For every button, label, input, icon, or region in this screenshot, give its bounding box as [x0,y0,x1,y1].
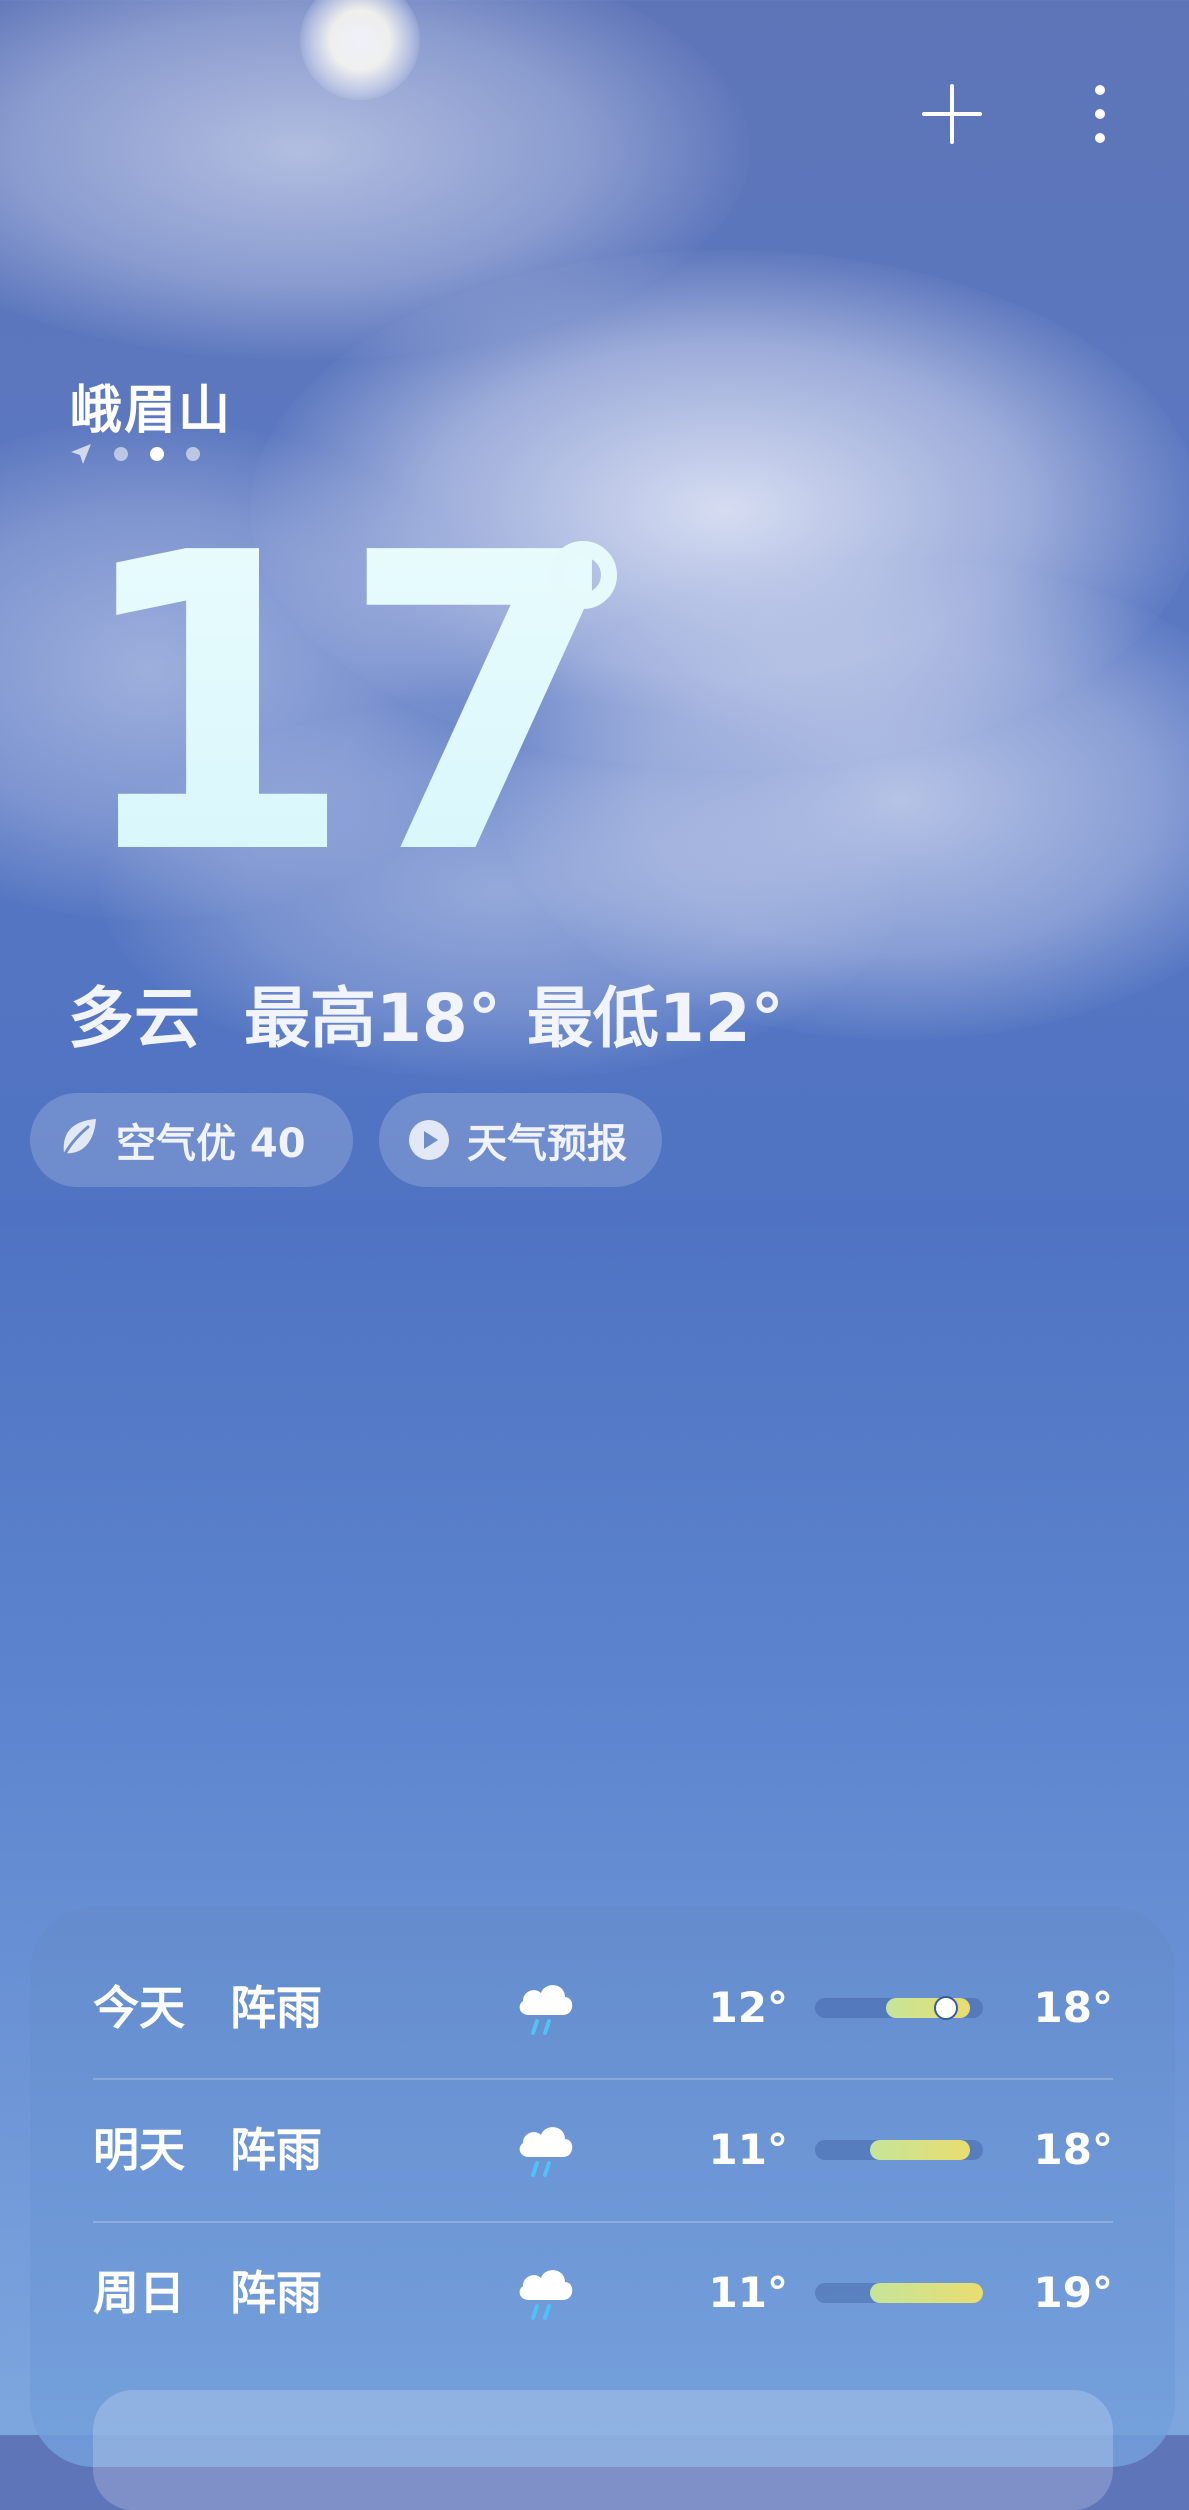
low-temp-text: 最低12° [526,980,784,1057]
forecast-low: 12° [708,1983,788,2032]
temperature-range-fill [870,2140,970,2160]
forecast-day: 周日 [93,2266,185,2320]
leaf-icon [59,1119,96,1163]
forecast-row-sunday[interactable]: 周日 阵雨 11° 19° [93,2222,1113,2364]
page-indicator [70,443,200,465]
forecast-high: 18° [1033,1983,1113,2032]
temperature-range-bar [815,2283,983,2303]
plus-icon [922,84,982,144]
forecast-row-tomorrow[interactable]: 明天 阵雨 11° 18° [93,2079,1113,2221]
next-card-preview[interactable] [93,2390,1113,2510]
play-circle-icon [409,1120,449,1160]
forecast-high: 19° [1033,2268,1113,2317]
air-quality-chip[interactable]: 空气优 40 [30,1093,353,1187]
condition-text: 多云 [68,980,200,1057]
forecast-low: 11° [708,2125,788,2174]
forecast-condition: 阵雨 [230,2123,322,2177]
temperature-range-bar [815,1996,983,2020]
add-city-button[interactable] [920,82,984,146]
high-temp-text: 最高18° [244,980,501,1057]
location-arrow-icon [71,444,91,464]
current-temp-marker [934,1996,959,2020]
cloud-rain-icon [519,1985,573,2035]
forecast-condition: 阵雨 [230,2266,322,2320]
temperature-range-bar [815,2140,983,2160]
condition-summary: 多云 最高18° 最低12° [68,965,828,1061]
forecast-row-today[interactable]: 今天 阵雨 12° 18° [93,1937,1113,2079]
forecast-high: 18° [1033,2125,1113,2174]
page-dot [186,447,200,461]
temperature-range-fill [870,2283,983,2303]
forecast-label: 天气预报 [467,1121,627,1167]
forecast-condition: 阵雨 [230,1981,322,2035]
forecast-day: 今天 [93,1981,185,2035]
current-temperature: 17 [70,466,625,944]
cloud-rain-icon [519,2127,573,2177]
degree-symbol [549,541,617,609]
city-name: 峨眉山 [70,381,233,441]
air-quality-label: 空气优 40 [116,1121,306,1167]
forecast-video-chip[interactable]: 天气预报 [379,1093,662,1187]
cloud-rain-icon [519,2270,573,2320]
more-vertical-icon [1095,85,1105,143]
forecast-day: 明天 [93,2123,185,2177]
more-options-button[interactable] [1068,82,1132,146]
forecast-low: 11° [708,2268,788,2317]
page-dot-active [150,447,164,461]
page-dot [114,447,128,461]
